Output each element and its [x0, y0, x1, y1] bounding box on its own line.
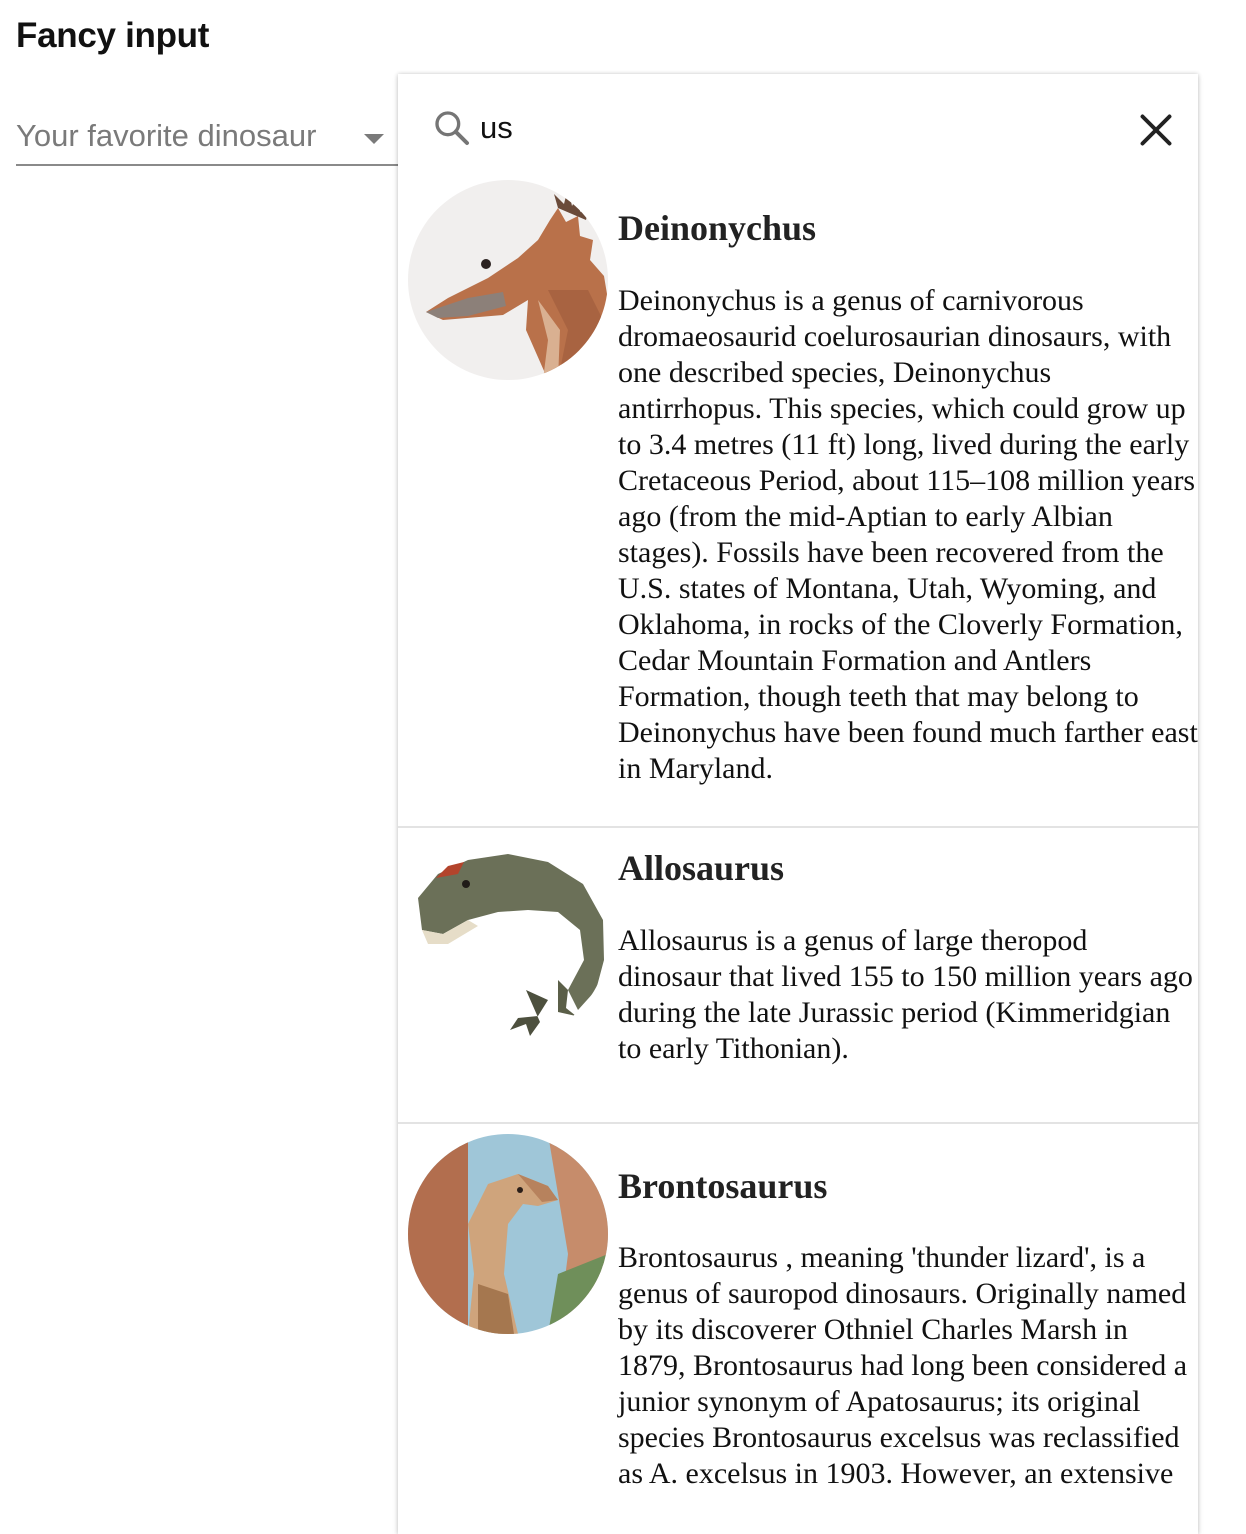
- brontosaurus-image: [408, 1134, 608, 1334]
- result-description: Brontosaurus , meaning 'thunder lizard',…: [618, 1241, 1188, 1490]
- result-description: Allosaurus is a genus of large theropod …: [618, 924, 1193, 1065]
- dropdown-arrow-icon: [364, 134, 384, 144]
- result-name: Brontosaurus: [618, 1166, 828, 1206]
- search-input[interactable]: [480, 104, 1100, 152]
- result-name: Allosaurus: [618, 848, 785, 888]
- close-icon[interactable]: [1138, 112, 1174, 148]
- deinonychus-image: [408, 180, 608, 380]
- result-item-allosaurus[interactable]: Allosaurus Allosaurus is a genus of larg…: [398, 828, 1198, 1124]
- result-item-brontosaurus[interactable]: Brontosaurus Brontosaurus , meaning 'thu…: [398, 1124, 1198, 1534]
- result-description: Deinonychus is a genus of carnivorous dr…: [618, 284, 1198, 785]
- dinosaur-select[interactable]: Your favorite dinosaur: [16, 106, 398, 166]
- result-item-deinonychus[interactable]: Deinonychus Deinonychus is a genus of ca…: [398, 178, 1198, 828]
- dropdown-panel: Deinonychus Deinonychus is a genus of ca…: [398, 74, 1198, 1534]
- select-placeholder: Your favorite dinosaur: [16, 118, 317, 153]
- allosaurus-image: [408, 840, 608, 1040]
- page-title: Fancy input: [16, 16, 210, 55]
- search-icon: [435, 111, 469, 145]
- result-name: Deinonychus: [618, 208, 817, 248]
- search-bar: [398, 74, 1198, 178]
